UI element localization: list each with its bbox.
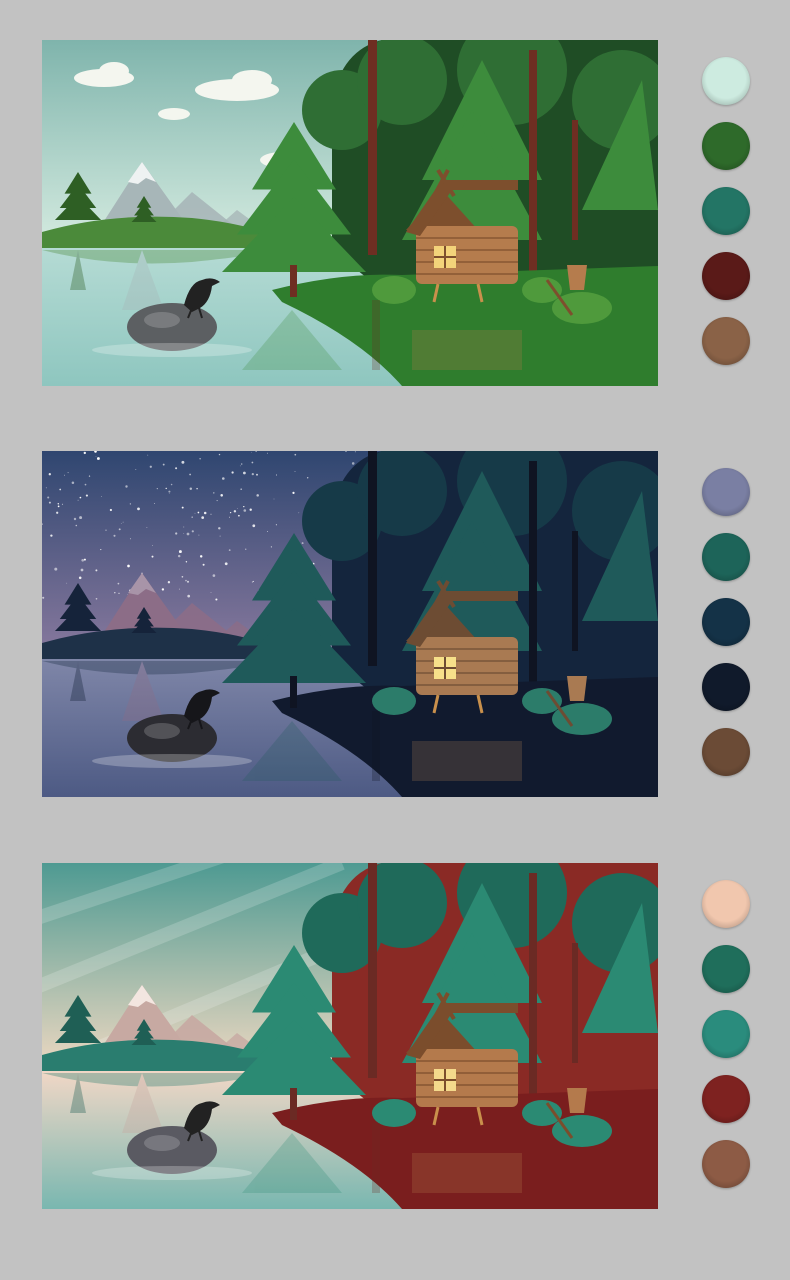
- swatch-dusk-1: [702, 880, 750, 928]
- scene-night-illustration: [42, 451, 658, 797]
- swatch-day-2: [702, 122, 750, 170]
- swatch-night-3: [702, 598, 750, 646]
- swatch-day-3: [702, 187, 750, 235]
- swatch-day-1: [702, 57, 750, 105]
- scene-day-illustration: [42, 40, 658, 386]
- swatch-night-5: [702, 728, 750, 776]
- swatch-night-4: [702, 663, 750, 711]
- swatch-day-5: [702, 317, 750, 365]
- scene-dusk-illustration: [42, 863, 658, 1209]
- swatch-dusk-4: [702, 1075, 750, 1123]
- swatch-night-2: [702, 533, 750, 581]
- swatch-dusk-5: [702, 1140, 750, 1188]
- swatch-night-1: [702, 468, 750, 516]
- swatch-dusk-2: [702, 945, 750, 993]
- swatch-dusk-3: [702, 1010, 750, 1058]
- swatch-day-4: [702, 252, 750, 300]
